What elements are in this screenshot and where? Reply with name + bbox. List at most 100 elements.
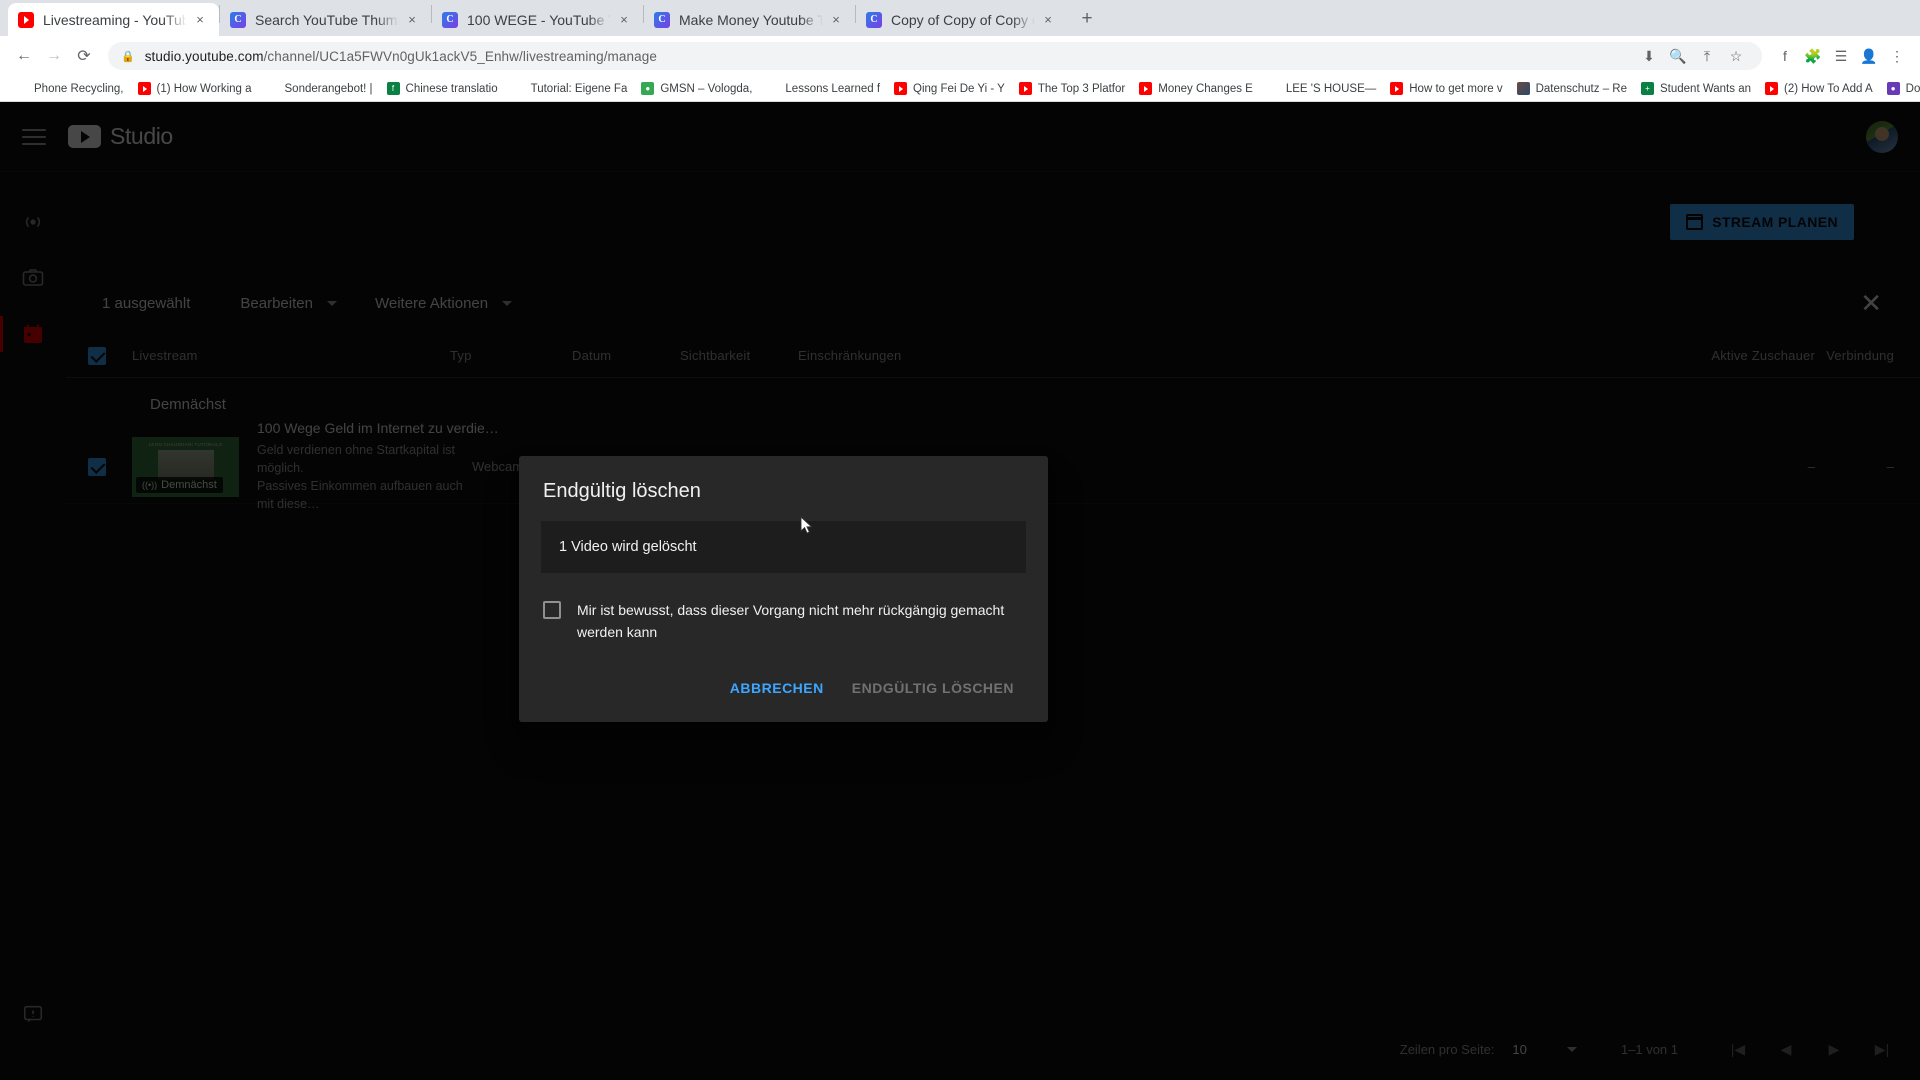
tab-title: Search YouTube Thumbnail - C: [255, 11, 399, 28]
bookmark-item[interactable]: f Chinese translatio: [380, 78, 505, 100]
tab-close-icon[interactable]: ×: [827, 11, 845, 29]
bookmark-item[interactable]: (1) How Working a: [131, 78, 259, 100]
cancel-button[interactable]: ABBRECHEN: [718, 670, 836, 706]
bookmark-label: Phone Recycling,: [34, 82, 124, 95]
green-plus-icon: +: [1641, 82, 1654, 95]
dialog-actions: ABBRECHEN ENDGÜLTIG LÖSCHEN: [519, 652, 1048, 722]
omnibox-actions: ⬇ 🔍 ⤒ ☆: [1636, 43, 1749, 69]
back-icon[interactable]: ←: [10, 42, 38, 70]
bookmark-label: How to get more v: [1409, 82, 1503, 95]
youtube-icon: [1390, 82, 1404, 95]
browser-tab-3[interactable]: C Make Money Youtube Thumbn ×: [644, 3, 855, 36]
canva-icon: C: [230, 11, 246, 28]
tab-close-icon[interactable]: ×: [615, 11, 633, 29]
zoom-icon[interactable]: 🔍: [1665, 43, 1691, 69]
download-icon[interactable]: ⬇: [1636, 43, 1662, 69]
bookmark-label: GMSN – Vologda,: [660, 82, 753, 95]
bookmark-label: Lessons Learned f: [785, 82, 881, 95]
lock-icon: 🔒: [121, 50, 135, 63]
reload-icon[interactable]: ⟳: [70, 42, 98, 70]
bookmark-label: Download - Cooki: [1905, 82, 1920, 95]
bookmark-label: Student Wants an: [1660, 82, 1751, 95]
tab-title: 100 WEGE - YouTube Thumbna: [467, 11, 611, 28]
dialog-summary-panel: 1 Video wird gelöscht: [541, 521, 1026, 573]
tab-title: Livestreaming - YouTube Studi: [43, 11, 187, 28]
youtube-icon: [1765, 82, 1778, 95]
purple-icon: ●: [1886, 82, 1900, 95]
bookmark-item[interactable]: e Lessons Learned f: [759, 78, 887, 100]
image-icon: [1516, 82, 1530, 95]
canva-icon: C: [442, 11, 458, 28]
canva-icon: C: [654, 11, 670, 28]
youtube-icon: [1139, 82, 1153, 95]
bookmark-item[interactable]: O Phone Recycling,: [8, 78, 131, 100]
bookmark-item[interactable]: The Top 3 Platfor: [1012, 78, 1132, 100]
bookmark-label: Money Changes E: [1158, 82, 1253, 95]
browser-toolbar: ← → ⟳ 🔒 studio.youtube.com/channel/UC1a5…: [0, 36, 1920, 76]
dialog-title: Endgültig löschen: [543, 480, 701, 502]
browser-tab-2[interactable]: C 100 WEGE - YouTube Thumbna ×: [432, 3, 643, 36]
tab-title: Make Money Youtube Thumbn: [679, 11, 823, 28]
new-tab-button[interactable]: +: [1073, 5, 1101, 33]
tab-close-icon[interactable]: ×: [191, 11, 209, 29]
tab-title: Copy of Copy of Copy of Copy: [891, 11, 1035, 28]
text-icon: e: [770, 83, 776, 93]
delete-confirmation-dialog: Endgültig löschen 1 Video wird gelöscht …: [519, 456, 1048, 722]
browser-menu-icon[interactable]: ⋮: [1884, 43, 1910, 69]
url-path: /channel/UC1a5FWVn0gUk1ackV5_Enhw/livest…: [263, 48, 657, 64]
bookmark-item[interactable]: + Student Wants an: [1634, 78, 1758, 100]
bookmark-item[interactable]: Qing Fei De Yi - Y: [887, 78, 1012, 100]
url-host: studio.youtube.com: [144, 48, 264, 64]
bookmark-label: Datenschutz – Re: [1535, 82, 1627, 95]
youtube-icon: [1018, 82, 1032, 95]
bookmark-label: Chinese translatio: [405, 82, 498, 95]
bookmark-label: The Top 3 Platfor: [1037, 82, 1126, 95]
bookmark-item[interactable]: ● Download - Cooki: [1880, 78, 1920, 100]
bookmark-label: Tutorial: Eigene Fa: [530, 82, 628, 95]
browser-tab-0[interactable]: Livestreaming - YouTube Studi ×: [8, 3, 219, 36]
acknowledge-label: Mir ist bewusst, dass dieser Vorgang nic…: [577, 602, 1005, 641]
url-text: studio.youtube.com/channel/UC1a5FWVn0gUk…: [145, 49, 657, 64]
bookmarks-bar: O Phone Recycling, (1) How Working a ⓒ Son…: [0, 76, 1920, 102]
browser-tab-4[interactable]: C Copy of Copy of Copy of Copy ×: [856, 3, 1067, 36]
extension-icon[interactable]: 🧩: [1800, 43, 1826, 69]
bookmark-label: Qing Fei De Yi - Y: [913, 82, 1005, 95]
bookmark-item[interactable]: ⌂ LEE 'S HOUSE—: [1260, 78, 1383, 100]
green-icon: f: [386, 82, 400, 95]
o2-icon: O: [18, 83, 25, 93]
bookmark-item[interactable]: ⓒ Sonderangebot! |: [259, 78, 380, 100]
bookmark-item[interactable]: ♯ Tutorial: Eigene Fa: [505, 78, 635, 100]
gmsn-icon: ●: [641, 82, 655, 95]
youtube-studio-app: Studio STREAM PLANEN 1 ausgewählt Bearb: [0, 102, 1920, 1080]
browser-chrome: Livestreaming - YouTube Studi × C Search…: [0, 0, 1920, 102]
bookmark-label: Sonderangebot! |: [284, 82, 373, 95]
airbnb-icon: ⌂: [1270, 83, 1276, 93]
mouse-cursor: [800, 516, 813, 534]
bookmark-item[interactable]: How to get more v: [1383, 78, 1509, 100]
star-icon[interactable]: ☆: [1723, 43, 1749, 69]
forward-icon[interactable]: →: [40, 42, 68, 70]
browser-tab-1[interactable]: C Search YouTube Thumbnail - C ×: [220, 3, 431, 36]
address-bar[interactable]: 🔒 studio.youtube.com/channel/UC1a5FWVn0g…: [108, 42, 1762, 70]
bookmark-item[interactable]: ● GMSN – Vologda,: [634, 78, 759, 100]
canva-icon: C: [866, 11, 882, 28]
bookmark-label: (2) How To Add A: [1784, 82, 1873, 95]
profile-icon[interactable]: 👤: [1856, 43, 1882, 69]
confirm-delete-button[interactable]: ENDGÜLTIG LÖSCHEN: [840, 670, 1034, 706]
list-icon[interactable]: ☰: [1828, 43, 1854, 69]
bookmark-item[interactable]: Datenschutz – Re: [1510, 78, 1634, 100]
tab-strip: Livestreaming - YouTube Studi × C Search…: [0, 0, 1920, 36]
tab-close-icon[interactable]: ×: [1039, 11, 1057, 29]
acknowledge-checkbox[interactable]: [543, 601, 561, 619]
bookmark-item[interactable]: (2) How To Add A: [1758, 78, 1880, 100]
bookmark-item[interactable]: Money Changes E: [1132, 78, 1260, 100]
tab-close-icon[interactable]: ×: [403, 11, 421, 29]
sharp-icon: ♯: [516, 83, 521, 93]
facebook-icon[interactable]: f: [1772, 43, 1798, 69]
share-icon[interactable]: ⤒: [1694, 43, 1720, 69]
youtube-icon: [18, 11, 34, 28]
youtube-icon: [137, 82, 151, 95]
acknowledge-row[interactable]: Mir ist bewusst, dass dieser Vorgang nic…: [519, 573, 1048, 652]
gray-icon: ⓒ: [268, 83, 277, 93]
bookmark-label: (1) How Working a: [156, 82, 252, 95]
